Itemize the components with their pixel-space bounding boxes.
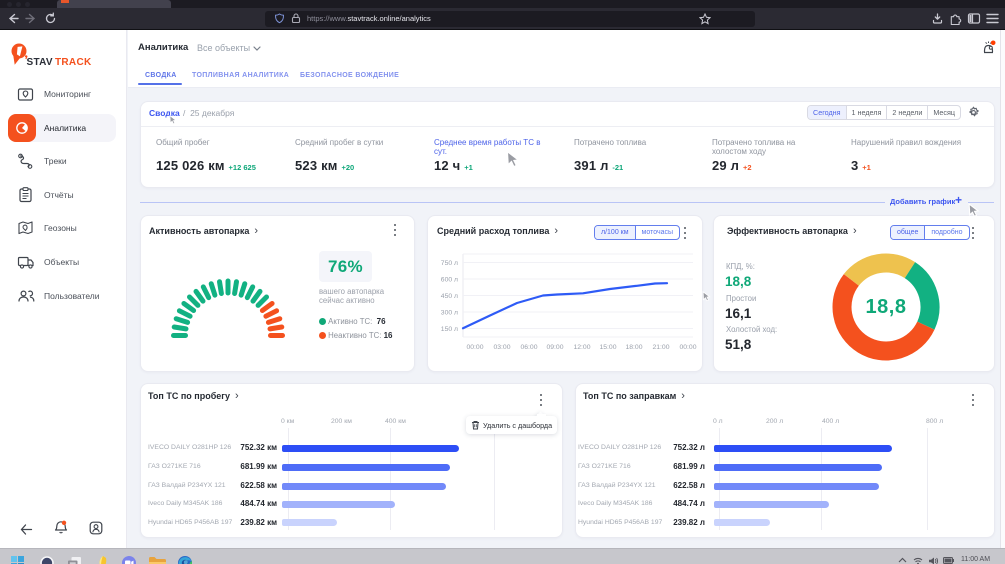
svg-text:18:00: 18:00 <box>625 344 642 350</box>
svg-text:00:00: 00:00 <box>679 344 696 350</box>
svg-text:150 л: 150 л <box>441 326 458 333</box>
svg-text:03:00: 03:00 <box>493 344 510 350</box>
svg-text:TRACK: TRACK <box>55 57 92 67</box>
svg-text:00:00: 00:00 <box>466 344 483 350</box>
svg-text:21:00: 21:00 <box>652 344 669 350</box>
svg-text:300 л: 300 л <box>441 310 458 317</box>
svg-text:600 л: 600 л <box>441 277 458 284</box>
svg-text:STAV: STAV <box>27 57 53 67</box>
svg-text:750 л: 750 л <box>441 260 458 267</box>
svg-text:06:00: 06:00 <box>520 344 537 350</box>
svg-text:09:00: 09:00 <box>546 344 563 350</box>
svg-text:12:00: 12:00 <box>573 344 590 350</box>
svg-text:450 л: 450 л <box>441 293 458 300</box>
svg-text:15:00: 15:00 <box>599 344 616 350</box>
